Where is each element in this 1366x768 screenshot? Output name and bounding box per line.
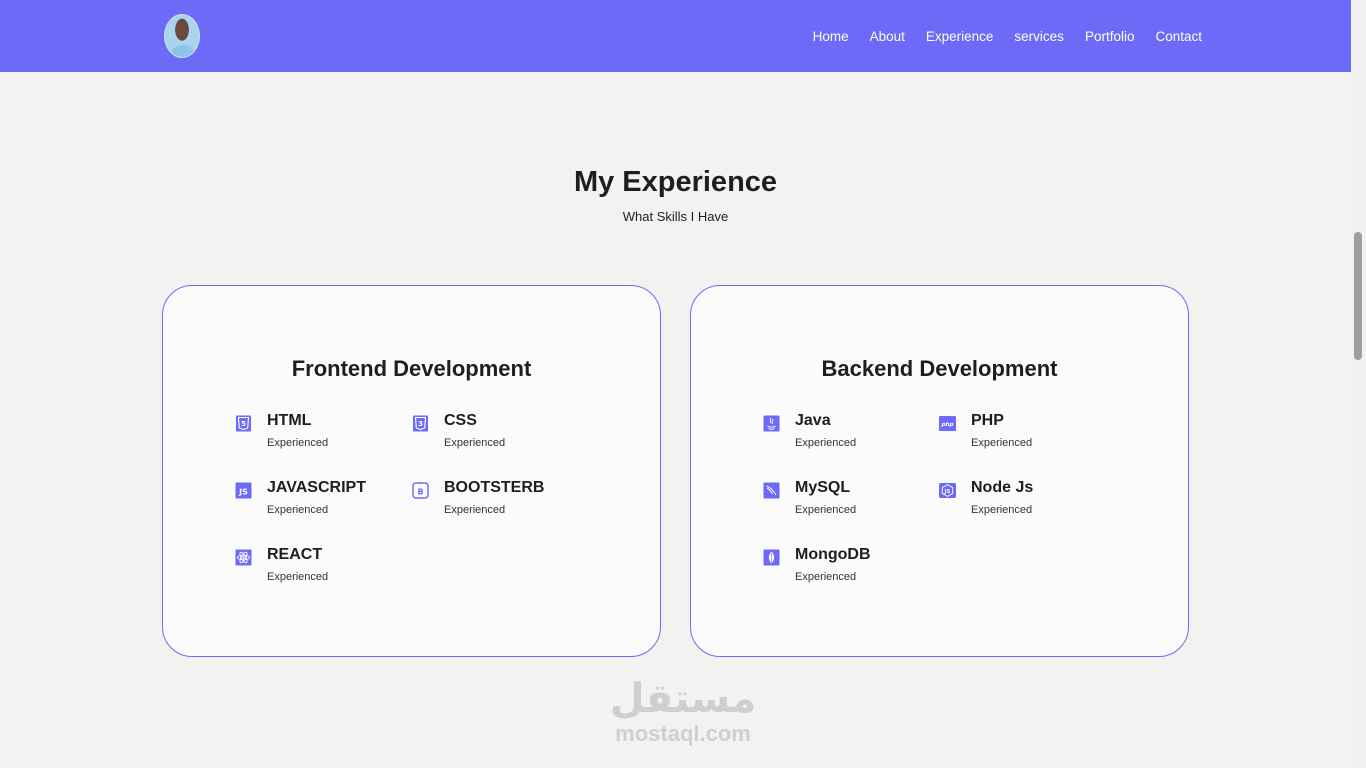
frontend-card-title: Frontend Development [291,356,532,381]
skill-item-php: php PHP Experienced [939,412,1109,456]
nav-link-portfolio[interactable]: Portfolio [1085,29,1135,44]
skill-level: Experienced [267,437,329,449]
skill-item-javascript: JS JAVASCRIPT Experienced [235,479,405,523]
skill-level: Experienced [444,504,506,516]
skill-name: PHP [971,412,1004,429]
skill-item-bootstrap: B BOOTSTERB Experienced [412,479,582,523]
skill-item-java: Java Experienced [763,412,933,456]
nav-link-about[interactable]: About [870,29,905,44]
scrollbar-track[interactable] [1351,0,1366,768]
backend-card-title: Backend Development [821,356,1058,381]
java-icon [763,415,780,432]
watermark: مستقل mostaql.com [600,676,766,746]
skill-item-react: REACT Experienced [235,546,405,590]
mysql-icon [763,482,780,499]
watermark-latin: mostaql.com [615,721,751,746]
skill-item-mysql: MySQL Experienced [763,479,933,523]
skill-level: Experienced [971,437,1033,449]
skill-item-mongodb: MongoDB Experienced [763,546,933,590]
bootstrap-icon: B [412,482,429,499]
nav-links: Home About Experience services Portfolio… [813,0,1202,72]
skill-level: Experienced [795,437,857,449]
skill-level: Experienced [444,437,506,449]
skill-item-css: 3 CSS Experienced [412,412,582,456]
skill-level: Experienced [971,504,1033,516]
php-icon: php [939,415,956,432]
css3-icon: 3 [412,415,429,432]
skill-item-html: 5 HTML Experienced [235,412,405,456]
nav-link-experience[interactable]: Experience [926,29,994,44]
skill-name: REACT [267,546,323,563]
svg-text:B: B [417,487,423,496]
javascript-icon: JS [235,482,252,499]
skill-level: Experienced [267,504,329,516]
nav-link-home[interactable]: Home [813,29,849,44]
navbar: Home About Experience services Portfolio… [0,0,1351,72]
mongodb-icon [763,549,780,566]
skill-level: Experienced [795,504,857,516]
skill-level: Experienced [267,571,329,583]
skill-name: CSS [444,412,477,429]
skill-name: Java [795,412,831,429]
frontend-card: Frontend Development 5 HTML Experienced … [162,285,661,657]
nav-link-services[interactable]: services [1014,29,1064,44]
svg-text:3: 3 [418,420,423,428]
svg-text:php: php [940,422,953,428]
skill-item-nodejs: JS Node Js Experienced [939,479,1109,523]
react-icon [235,549,252,566]
svg-text:JS: JS [944,489,951,495]
skill-name: MySQL [795,479,851,496]
backend-card: Backend Development Java Experienced php… [690,285,1189,657]
scrollbar-thumb[interactable] [1354,232,1362,360]
skill-name: BOOTSTERB [444,479,545,496]
watermark-arabic: مستقل [609,676,757,722]
html5-icon: 5 [235,415,252,432]
skill-level: Experienced [795,571,857,583]
svg-text:JS: JS [238,488,248,497]
nav-link-contact[interactable]: Contact [1155,29,1202,44]
skill-name: HTML [267,412,312,429]
skill-name: JAVASCRIPT [267,479,366,496]
profile-avatar[interactable] [164,14,200,58]
nodejs-icon: JS [939,482,956,499]
skill-name: MongoDB [795,546,871,563]
skill-name: Node Js [971,479,1034,496]
svg-text:5: 5 [241,420,246,428]
section-subtitle: What Skills I Have [622,209,729,224]
section-title: My Experience [573,166,778,198]
